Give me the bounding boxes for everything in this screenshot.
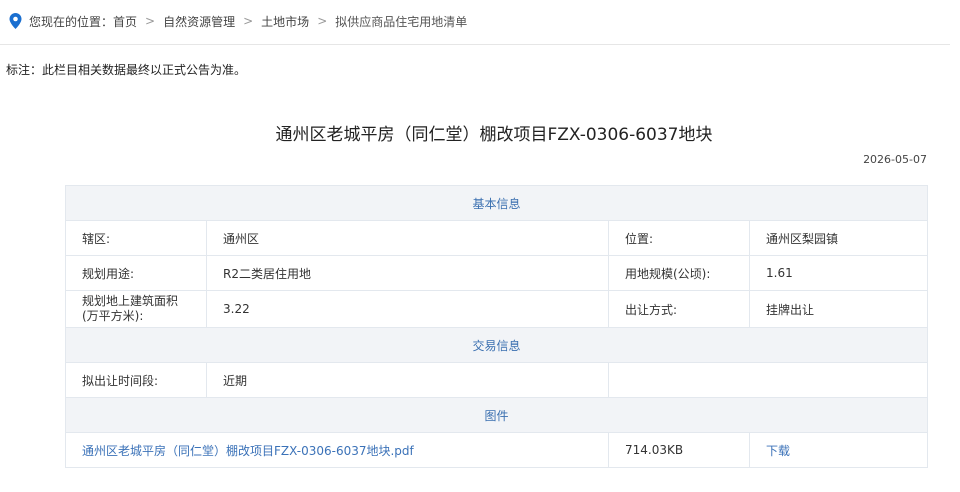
disclaimer-note: 标注：此栏目相关数据最终以正式公告为准。 — [6, 63, 247, 77]
floor-area-value: 3.22 — [206, 290, 609, 328]
section-basic-label: 基本信息 — [64, 185, 929, 221]
table-row: 规划地上建筑面积 (万平方米): 3.22 出让方式: 挂牌出让 — [65, 290, 929, 328]
breadcrumb-natural-resources-link[interactable]: 自然资源管理 — [163, 13, 235, 30]
table-row: 拟出让时间段: 近期 — [65, 362, 929, 398]
breadcrumb-divider — [0, 44, 950, 45]
land-area-label: 用地规模(公顷): — [608, 255, 750, 291]
location-pin-icon — [9, 13, 22, 29]
floor-area-label-line2: (万平方米): — [82, 309, 144, 323]
breadcrumb-separator: > — [145, 14, 156, 28]
download-cell: 下载 — [748, 432, 929, 468]
breadcrumb-separator: > — [243, 14, 254, 28]
attachment-file-link[interactable]: 通州区老城平房（同仁堂）棚改项目FZX-0306-6037地块.pdf — [82, 444, 414, 458]
location-value: 通州区梨园镇 — [748, 220, 929, 256]
download-link[interactable]: 下载 — [766, 444, 790, 458]
location-label: 位置: — [608, 220, 750, 256]
table-row: 通州区老城平房（同仁堂）棚改项目FZX-0306-6037地块.pdf 714.… — [65, 432, 929, 468]
floor-area-label: 规划地上建筑面积 (万平方米): — [65, 290, 207, 328]
district-label: 辖区: — [65, 220, 207, 256]
breadcrumb-prefix: 您现在的位置： — [29, 14, 114, 29]
section-header-basic: 基本信息 — [64, 185, 929, 221]
attachment-size: 714.03KB — [608, 432, 750, 468]
transfer-method-label: 出让方式: — [608, 290, 750, 328]
land-info-table: 基本信息 辖区: 通州区 位置: 通州区梨园镇 规划用途: R2二类居住用地 用… — [64, 185, 929, 468]
breadcrumb-home-link[interactable]: 首页 — [113, 13, 137, 30]
planned-use-label: 规划用途: — [65, 255, 207, 291]
attachment-cell: 通州区老城平房（同仁堂）棚改项目FZX-0306-6037地块.pdf — [65, 432, 609, 468]
section-header-attachments: 图件 — [64, 397, 929, 433]
section-header-trade: 交易信息 — [64, 327, 929, 363]
transfer-method-value: 挂牌出让 — [748, 290, 929, 328]
empty-cell — [607, 362, 929, 398]
breadcrumb-land-market-link[interactable]: 土地市场 — [261, 13, 309, 30]
breadcrumb: 您现在的位置： 首页 > 自然资源管理 > 土地市场 > 拟供应商品住宅用地清单 — [9, 11, 467, 31]
floor-area-label-line1: 规划地上建筑面积 — [82, 294, 179, 308]
publish-date: 2026-05-07 — [863, 153, 927, 166]
page-title: 通州区老城平房（同仁堂）棚改项目FZX-0306-6037地块 — [275, 125, 713, 145]
section-attachments-label: 图件 — [64, 397, 929, 433]
breadcrumb-current: 拟供应商品住宅用地清单 — [335, 14, 468, 29]
transfer-period-value: 近期 — [206, 362, 609, 398]
district-value: 通州区 — [206, 220, 609, 256]
section-trade-label: 交易信息 — [64, 327, 929, 363]
table-row: 规划用途: R2二类居住用地 用地规模(公顷): 1.61 — [65, 255, 929, 291]
land-area-value: 1.61 — [748, 255, 929, 291]
planned-use-value: R2二类居住用地 — [206, 255, 609, 291]
breadcrumb-separator: > — [317, 14, 328, 28]
transfer-period-label: 拟出让时间段: — [65, 362, 207, 398]
table-row: 辖区: 通州区 位置: 通州区梨园镇 — [65, 220, 929, 256]
